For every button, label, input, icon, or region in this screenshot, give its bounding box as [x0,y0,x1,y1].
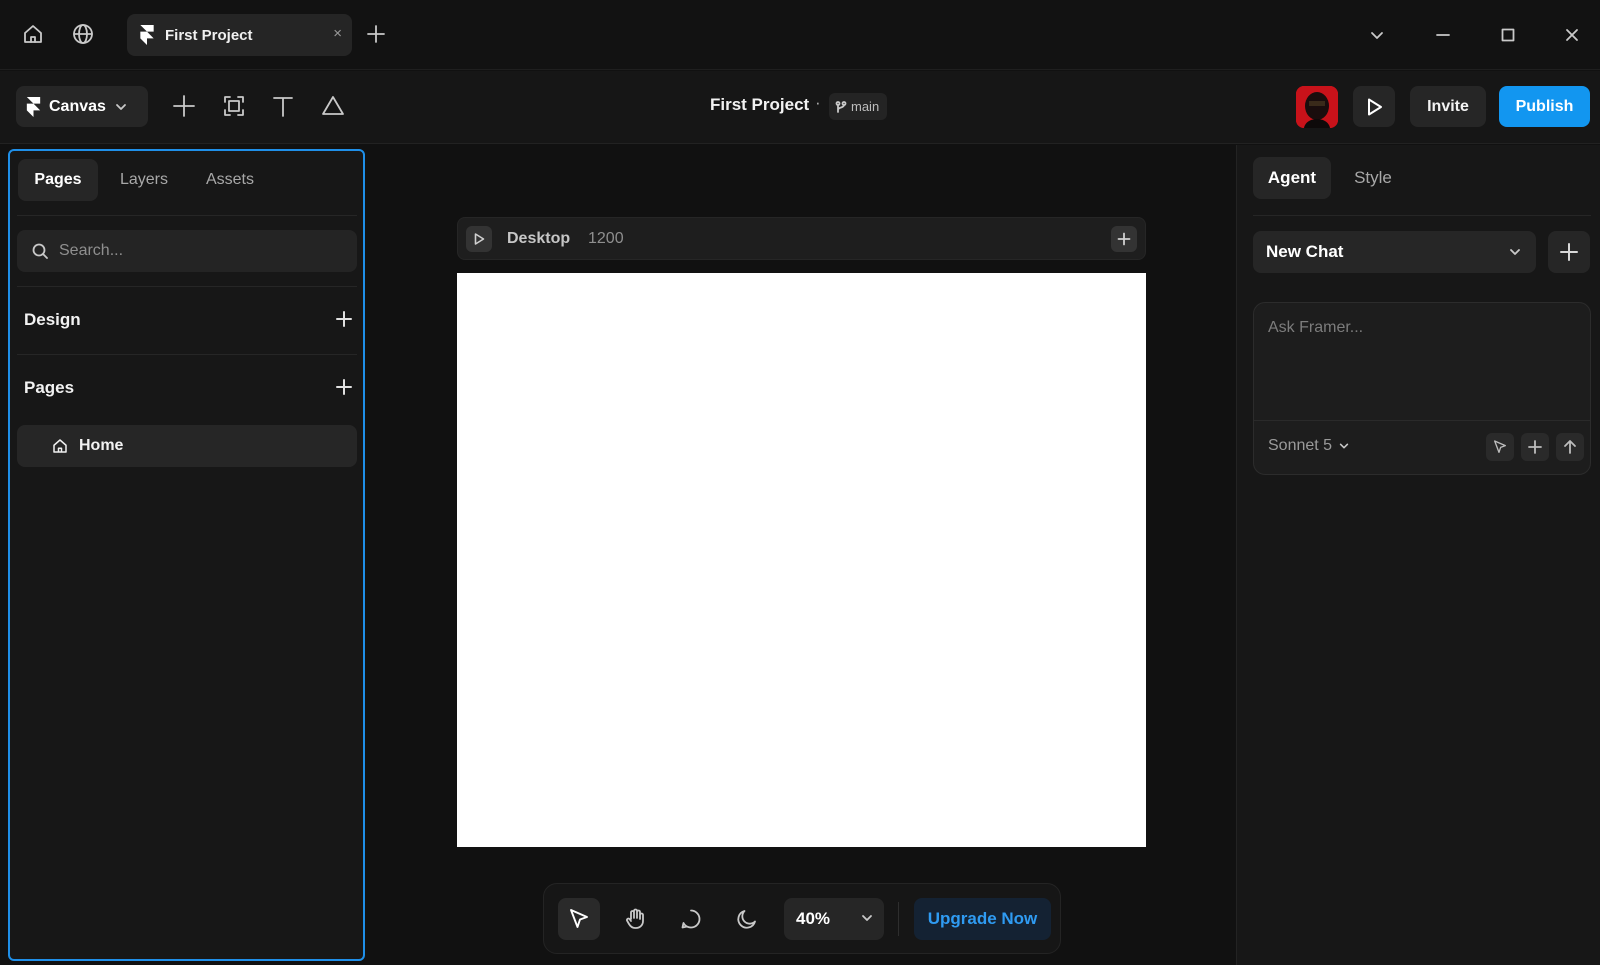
tab-pages[interactable]: Pages [18,159,98,201]
tab-label: First Project [165,26,253,44]
title-separator: · [815,93,821,112]
frame-name: Desktop [507,230,571,247]
frame-header[interactable]: Desktop 1200 [457,217,1146,260]
add-breakpoint-button[interactable] [1111,226,1137,252]
add-page-icon[interactable] [334,377,354,397]
search-field[interactable] [17,230,357,272]
main-toolbar: Canvas First Project · main Invite Publi… [0,71,1600,144]
invite-button[interactable]: Invite [1410,86,1486,127]
hand-tool-icon[interactable] [614,898,656,940]
framer-logo-icon [140,25,154,45]
publish-button[interactable]: Publish [1499,86,1590,127]
panel-divider [1253,215,1591,216]
upgrade-button[interactable]: Upgrade Now [914,898,1051,940]
ask-divider [1254,420,1590,421]
desktop-artboard[interactable] [457,273,1146,847]
ask-input[interactable] [1268,319,1578,399]
chevron-down-icon [1339,443,1349,449]
page-item-label: Home [79,437,124,454]
chevron-down-icon [116,103,126,110]
text-tool-icon[interactable] [268,91,298,121]
home-icon [53,439,67,453]
frame-width: 1200 [588,230,624,247]
branch-label: main [851,99,880,114]
dark-mode-icon[interactable] [726,898,768,940]
close-icon[interactable] [1558,21,1586,49]
chevron-down-icon [1510,249,1520,255]
zoom-value: 40% [796,909,831,928]
send-icon[interactable] [1556,433,1584,461]
project-title[interactable]: First Project [710,95,809,115]
insert-icon[interactable] [169,91,199,121]
canvas-menu-label: Canvas [49,97,106,115]
design-section-title: Design [24,310,81,329]
left-panel: Pages Layers Assets Design Pages Home [8,149,365,961]
bottom-toolbar: 40% Upgrade Now [543,883,1061,954]
plus-icon [1117,232,1131,246]
maximize-icon[interactable] [1494,21,1522,49]
frame-preview-button[interactable] [466,226,492,252]
panel-divider [17,354,357,355]
minimize-icon[interactable] [1429,21,1457,49]
model-label: Sonnet 5 [1268,437,1333,454]
avatar[interactable] [1296,86,1338,128]
attach-icon[interactable] [1521,433,1549,461]
canvas-menu-button[interactable]: Canvas [16,86,148,127]
frame-tool-icon[interactable] [219,91,249,121]
tab-agent[interactable]: Agent [1253,157,1331,199]
home-icon[interactable] [19,20,47,48]
model-select[interactable]: Sonnet 5 [1268,437,1350,455]
zoom-select[interactable]: 40% [784,898,884,940]
comment-tool-icon[interactable] [670,898,712,940]
page-item-home[interactable]: Home [17,425,357,467]
tab-assets[interactable]: Assets [190,159,270,201]
select-element-icon[interactable] [1486,433,1514,461]
search-input[interactable] [59,242,329,260]
plus-icon [1560,243,1578,261]
project-tab[interactable]: First Project × [127,14,352,56]
branch-badge[interactable]: main [829,93,888,120]
preview-button[interactable] [1353,86,1395,127]
vector-tool-icon[interactable] [318,91,348,121]
panel-divider [17,215,357,216]
new-chat-button[interactable] [1548,231,1590,273]
chat-select[interactable]: New Chat [1253,231,1536,273]
play-icon [474,233,485,245]
title-bar: First Project × [0,0,1600,70]
framer-logo-icon [26,96,41,117]
chevron-down-icon[interactable] [1363,21,1391,49]
panel-divider [17,286,357,287]
tab-layers[interactable]: Layers [104,159,184,201]
branch-icon [835,100,847,113]
search-icon [32,243,48,259]
pages-section-title: Pages [24,378,75,397]
new-tab-icon[interactable] [362,20,390,48]
play-icon [1368,98,1382,115]
select-tool-icon[interactable] [558,898,600,940]
chevron-down-icon [862,915,872,921]
right-panel: Agent Style New Chat Sonnet 5 [1236,145,1600,965]
globe-icon[interactable] [69,20,97,48]
ask-box: Sonnet 5 [1253,302,1591,475]
chat-select-label: New Chat [1266,242,1344,261]
toolbar-divider [898,902,899,936]
tab-close-icon[interactable]: × [333,25,342,42]
add-design-icon[interactable] [334,309,354,329]
tab-style[interactable]: Style [1337,157,1409,199]
